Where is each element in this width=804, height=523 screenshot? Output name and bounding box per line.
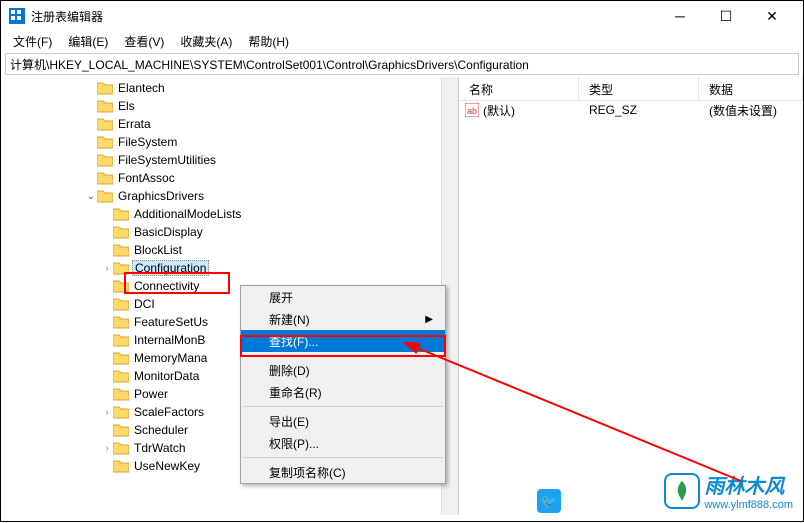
address-bar[interactable]: 计算机\HKEY_LOCAL_MACHINE\SYSTEM\ControlSet… <box>5 53 799 75</box>
value-type: REG_SZ <box>579 103 699 117</box>
string-value-icon: ab <box>465 103 479 117</box>
tree-label: Errata <box>116 117 153 131</box>
tree-label: FileSystem <box>116 135 179 149</box>
context-menu-item[interactable]: 重命名(R) <box>241 381 445 403</box>
tree-item[interactable]: ⌄GraphicsDrivers <box>1 187 458 205</box>
tree-label: Els <box>116 99 137 113</box>
tree-label: MemoryMana <box>132 351 209 365</box>
context-menu-item[interactable]: 导出(E) <box>241 410 445 432</box>
tree-label: FeatureSetUs <box>132 315 210 329</box>
menubar: 文件(F) 编辑(E) 查看(V) 收藏夹(A) 帮助(H) <box>1 31 803 51</box>
context-menu-separator <box>243 355 443 356</box>
tree-label: Elantech <box>116 81 167 95</box>
tree-label: BasicDisplay <box>132 225 205 239</box>
address-path: 计算机\HKEY_LOCAL_MACHINE\SYSTEM\ControlSet… <box>10 56 529 73</box>
tree-item[interactable]: ›Configuration <box>1 259 458 277</box>
maximize-button[interactable]: ☐ <box>703 1 749 31</box>
tree-item[interactable]: FontAssoc <box>1 169 458 187</box>
watermark-logo: 雨林木风 www.ylmf888.com <box>664 470 793 511</box>
col-type-header[interactable]: 类型 <box>579 77 699 100</box>
context-menu-separator <box>243 457 443 458</box>
tree-item[interactable]: AdditionalModeLists <box>1 205 458 223</box>
tree-item[interactable]: BlockList <box>1 241 458 259</box>
twitter-icon: 🐦 <box>537 489 561 513</box>
menu-favorites[interactable]: 收藏夹(A) <box>172 31 240 52</box>
value-data: (数值未设置) <box>699 102 803 119</box>
tree-item[interactable]: Errata <box>1 115 458 133</box>
tree-item[interactable]: FileSystem <box>1 133 458 151</box>
context-menu-item[interactable]: 新建(N)▶ <box>241 308 445 330</box>
window-title: 注册表编辑器 <box>31 8 657 25</box>
tree-item[interactable]: Els <box>1 97 458 115</box>
context-menu-separator <box>243 406 443 407</box>
context-menu-item[interactable]: 删除(D) <box>241 359 445 381</box>
context-menu-item[interactable]: 复制项名称(C) <box>241 461 445 483</box>
value-name: (默认) <box>483 102 515 119</box>
tree-item[interactable]: FileSystemUtilities <box>1 151 458 169</box>
logo-brand: 雨林木风 <box>704 470 793 499</box>
tree-label: FontAssoc <box>116 171 177 185</box>
tree-label: Configuration <box>132 260 209 276</box>
tree-label: TdrWatch <box>132 441 188 455</box>
regedit-icon <box>9 8 25 24</box>
tree-label: BlockList <box>132 243 184 257</box>
tree-label: Scheduler <box>132 423 190 437</box>
logo-leaf-icon <box>664 473 700 509</box>
menu-edit[interactable]: 编辑(E) <box>60 31 116 52</box>
submenu-arrow-icon: ▶ <box>425 314 433 325</box>
tree-label: Power <box>132 387 170 401</box>
svg-text:ab: ab <box>467 106 477 116</box>
value-row[interactable]: ab (默认) REG_SZ (数值未设置) <box>459 101 803 119</box>
logo-url: www.ylmf888.com <box>704 499 793 511</box>
tree-label: UseNewKey <box>132 459 202 473</box>
tree-label: GraphicsDrivers <box>116 189 206 203</box>
close-button[interactable]: ✕ <box>749 1 795 31</box>
window-controls: ─ ☐ ✕ <box>657 1 795 31</box>
context-menu-item[interactable]: 查找(F)... <box>241 330 445 352</box>
menu-view[interactable]: 查看(V) <box>116 31 172 52</box>
values-pane: 名称 类型 数据 ab (默认) REG_SZ (数值未设置) <box>459 77 803 515</box>
tree-label: FileSystemUtilities <box>116 153 218 167</box>
menu-help[interactable]: 帮助(H) <box>240 31 297 52</box>
tree-label: Connectivity <box>132 279 201 293</box>
context-menu-item[interactable]: 展开 <box>241 286 445 308</box>
col-name-header[interactable]: 名称 <box>459 77 579 100</box>
context-menu: 展开新建(N)▶查找(F)... 删除(D)重命名(R) 导出(E)权限(P)...… <box>240 285 446 484</box>
values-header: 名称 类型 数据 <box>459 77 803 101</box>
tree-label: AdditionalModeLists <box>132 207 243 221</box>
tree-item[interactable]: BasicDisplay <box>1 223 458 241</box>
tree-label: MonitorData <box>132 369 201 383</box>
titlebar: 注册表编辑器 ─ ☐ ✕ <box>1 1 803 31</box>
minimize-button[interactable]: ─ <box>657 1 703 31</box>
col-data-header[interactable]: 数据 <box>699 77 803 100</box>
tree-label: InternalMonB <box>132 333 207 347</box>
tree-label: ScaleFactors <box>132 405 206 419</box>
menu-file[interactable]: 文件(F) <box>5 31 60 52</box>
tree-item[interactable]: Elantech <box>1 79 458 97</box>
context-menu-item[interactable]: 权限(P)... <box>241 432 445 454</box>
tree-label: DCI <box>132 297 157 311</box>
